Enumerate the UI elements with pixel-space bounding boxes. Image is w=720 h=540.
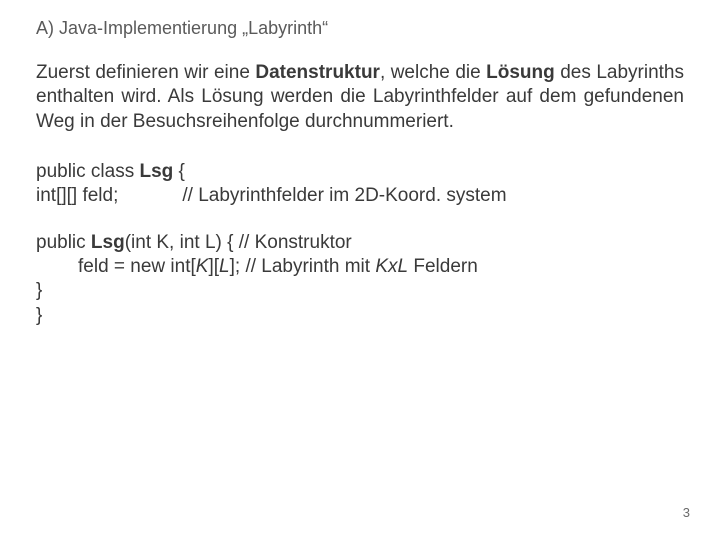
code-line: public Lsg(int K, int L) { // Konstrukto… [36,231,684,255]
comment: // Labyrinthfelder im 2D-Koord. system [182,185,506,206]
page-number: 3 [683,505,690,520]
text: (int K, int L) { // Konstruktor [125,232,352,253]
code-line: } [36,304,684,328]
document-page: A) Java-Implementierung „Labyrinth“ Zuer… [0,0,720,540]
text: public class [36,161,140,182]
code-line: public class Lsg { [36,160,684,184]
text: feld = new int[ [78,256,196,277]
code-block-1: public class Lsg { int[][] feld; // Labyr… [36,160,684,209]
class-name: Lsg [140,161,174,182]
code-block-2: public Lsg(int K, int L) { // Konstrukto… [36,231,684,328]
bold-loesung: Lösung [486,62,555,83]
bold-datenstruktur: Datenstruktur [255,62,380,83]
text: , welche die [380,62,486,83]
text: Zuerst definieren wir eine [36,62,255,83]
code-line: feld = new int[K][L]; // Labyrinth mit K… [36,255,684,279]
text: ][ [208,256,219,277]
constructor-name: Lsg [91,232,125,253]
intro-paragraph: Zuerst definieren wir eine Datenstruktur… [36,61,684,134]
italic-l: L [219,256,230,277]
code-line: } [36,279,684,303]
italic-k: K [196,256,209,277]
code-line: int[][] feld; // Labyrinthfelder im 2D-Ko… [36,184,684,208]
text: Feldern [408,256,478,277]
section-heading: A) Java-Implementierung „Labyrinth“ [36,18,684,39]
text: public [36,232,91,253]
text: int[][] feld; [36,185,118,206]
italic-kxl: KxL [375,256,408,277]
text: ]; // Labyrinth mit [230,256,376,277]
text: { [173,161,185,182]
